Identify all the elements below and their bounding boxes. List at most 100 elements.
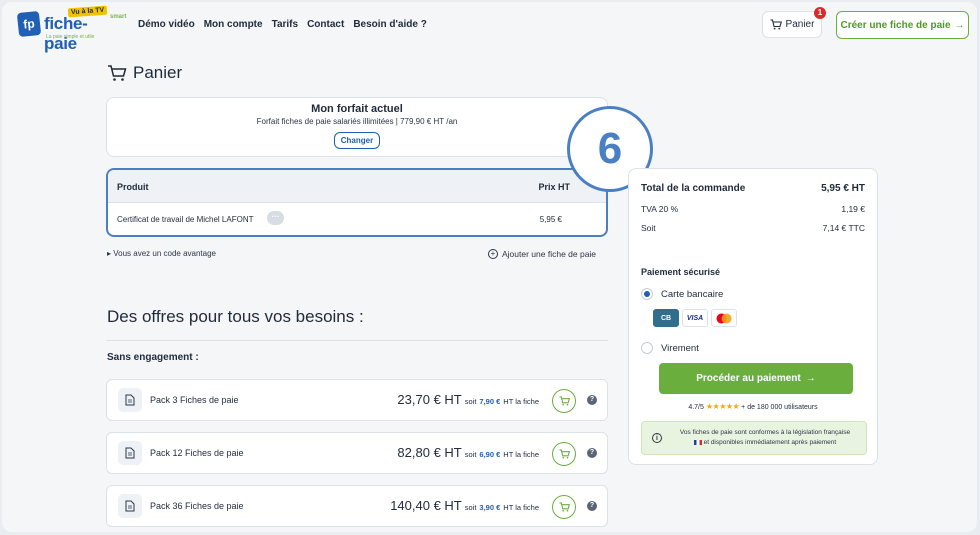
nav-mon-compte[interactable]: Mon compte — [204, 19, 263, 30]
ttc-label: Soit — [641, 223, 656, 233]
help-icon[interactable]: ? — [587, 448, 597, 458]
compliance-line-2: et disponibles immédiatement après paiem… — [670, 438, 860, 448]
cb-card-icon: CB — [653, 309, 679, 327]
arrow-right-icon: → — [805, 373, 816, 384]
cart-item-price: 5,95 € — [539, 215, 562, 224]
cart-icon — [770, 19, 782, 30]
compliance-text: Vos fiches de paie sont conformes à la l… — [670, 428, 860, 448]
pack-unit-suffix: HT la fiche — [503, 450, 539, 459]
pack-unit-suffix: HT la fiche — [503, 503, 539, 512]
ttc-row: Soit 7,14 € TTC — [641, 223, 865, 233]
section-divider — [106, 340, 608, 341]
cart-button[interactable]: Panier — [762, 11, 822, 38]
top-header: fp fiche-paie Vu à la TV smart La paie s… — [2, 2, 977, 53]
pack-total-price: 23,70 € HT — [397, 392, 462, 407]
logo-smart: smart — [110, 14, 127, 20]
transfer-radio[interactable] — [641, 342, 653, 354]
compliance-notice: i Vos fiches de paie sont conformes à la… — [641, 421, 867, 455]
help-icon[interactable]: ? — [587, 501, 597, 511]
offers-title: Des offres pour tous vos besoins : — [107, 307, 364, 326]
current-plan-card: Mon forfait actuel Forfait fiches de pai… — [106, 97, 608, 157]
site-logo[interactable]: fp fiche-paie Vu à la TV smart La paie s… — [16, 5, 126, 53]
offers-subtitle: Sans engagement : — [107, 352, 199, 363]
tva-value: 1,19 € — [841, 204, 865, 214]
tva-label: TVA 20 % — [641, 204, 679, 214]
rating-text: + de 180 000 utilisateurs — [741, 404, 818, 411]
nav-besoin-aide[interactable]: Besoin d'aide ? — [353, 19, 427, 30]
cart-button-label: Panier — [785, 19, 815, 30]
caret-right-icon: ▸ — [107, 249, 112, 258]
card-brands: CB VISA — [653, 309, 737, 327]
pack-unit-price: 7,90 € — [479, 397, 501, 406]
create-payslip-button[interactable]: Créer une fiche de paie → — [836, 11, 969, 39]
add-payslip-label: Ajouter une fiche de paie — [502, 249, 597, 259]
help-icon[interactable]: ? — [587, 395, 597, 405]
pack-price: 82,80 € HT soit 6,90 € HT la fiche — [397, 445, 539, 460]
order-total-label: Total de la commande — [641, 183, 746, 194]
tva-row: TVA 20 % 1,19 € — [641, 204, 865, 214]
payment-section-title: Paiement sécurisé — [641, 267, 721, 277]
pack-soit: soit — [464, 503, 477, 512]
cart-icon — [559, 502, 570, 512]
info-icon: i — [652, 433, 662, 443]
payment-option-transfer[interactable]: Virement — [641, 342, 699, 354]
more-options-icon[interactable]: ··· — [267, 211, 284, 225]
rating-score: 4.7/5 — [688, 404, 704, 411]
arrow-right-icon: → — [954, 19, 965, 31]
card-option-label: Carte bancaire — [661, 288, 724, 300]
create-payslip-label: Créer une fiche de paie — [840, 19, 951, 31]
document-icon — [118, 441, 142, 465]
table-row: Certificat de travail de Michel LAFONT ·… — [108, 203, 606, 235]
cart-table-header: Produit Prix HT — [108, 170, 606, 203]
col-price: Prix HT — [538, 182, 570, 192]
proceed-payment-button[interactable]: Procéder au paiement → — [659, 363, 853, 394]
pack-name: Pack 36 Fiches de paie — [150, 501, 244, 511]
nav-tarifs[interactable]: Tarifs — [272, 19, 299, 30]
logo-mark: fp — [16, 10, 42, 38]
logo-tagline: La paie simple et utile — [46, 34, 95, 40]
pack-price: 140,40 € HT soit 3,90 € HT la fiche — [390, 498, 539, 513]
pack-card: Pack 3 Fiches de paie 23,70 € HT soit 7,… — [106, 379, 608, 421]
cart-item-name: Certificat de travail de Michel LAFONT — [117, 215, 254, 224]
card-radio[interactable] — [641, 288, 653, 300]
star-rating-icon: ★★★★★ — [705, 402, 740, 411]
transfer-option-label: Virement — [661, 342, 699, 354]
cart-icon — [108, 65, 127, 81]
promo-code-toggle[interactable]: ▸ Vous avez un code avantage — [107, 249, 216, 258]
mastercard-icon — [711, 309, 737, 327]
pack-total-price: 140,40 € HT — [390, 498, 462, 513]
pack-soit: soit — [464, 397, 477, 406]
order-total-row: Total de la commande 5,95 € HT — [641, 183, 865, 194]
current-plan-details: Forfait fiches de paie salariés illimité… — [256, 117, 458, 126]
pack-unit-suffix: HT la fiche — [503, 397, 539, 406]
payment-option-card[interactable]: Carte bancaire — [641, 288, 723, 300]
pack-total-price: 82,80 € HT — [397, 445, 462, 460]
current-plan-title: Mon forfait actuel — [311, 103, 403, 115]
proceed-payment-label: Procéder au paiement — [696, 373, 801, 384]
change-plan-button[interactable]: Changer — [333, 132, 381, 149]
document-icon — [118, 388, 142, 412]
page-title-text: Panier — [133, 63, 183, 82]
compliance-line-2-text: et disponibles immédiatement après paiem… — [703, 439, 837, 446]
cart-icon — [559, 396, 570, 406]
document-icon — [118, 494, 142, 518]
visa-card-icon: VISA — [682, 309, 708, 327]
add-to-cart-button[interactable] — [552, 442, 576, 466]
cart-count-badge: 1 — [814, 7, 826, 19]
promo-code-label: Vous avez un code avantage — [113, 249, 216, 258]
add-to-cart-button[interactable] — [552, 389, 576, 413]
pack-name: Pack 3 Fiches de paie — [150, 395, 239, 405]
plus-circle-icon: + — [488, 249, 498, 259]
nav-demo-video[interactable]: Démo vidéo — [138, 19, 195, 30]
add-to-cart-button[interactable] — [552, 495, 576, 519]
add-payslip-link[interactable]: + Ajouter une fiche de paie — [488, 249, 596, 259]
pack-price: 23,70 € HT soit 7,90 € HT la fiche — [397, 392, 539, 407]
order-summary-card: Total de la commande 5,95 € HT TVA 20 % … — [628, 168, 878, 465]
ttc-value: 7,14 € TTC — [822, 223, 865, 233]
nav-contact[interactable]: Contact — [307, 19, 344, 30]
page-title: Panier — [107, 63, 182, 83]
french-flag-icon — [693, 439, 702, 445]
rating: 4.7/5 ★★★★★ + de 180 000 utilisateurs — [629, 402, 877, 411]
cart-table: Produit Prix HT Certificat de travail de… — [106, 168, 608, 237]
col-product: Produit — [117, 182, 149, 192]
